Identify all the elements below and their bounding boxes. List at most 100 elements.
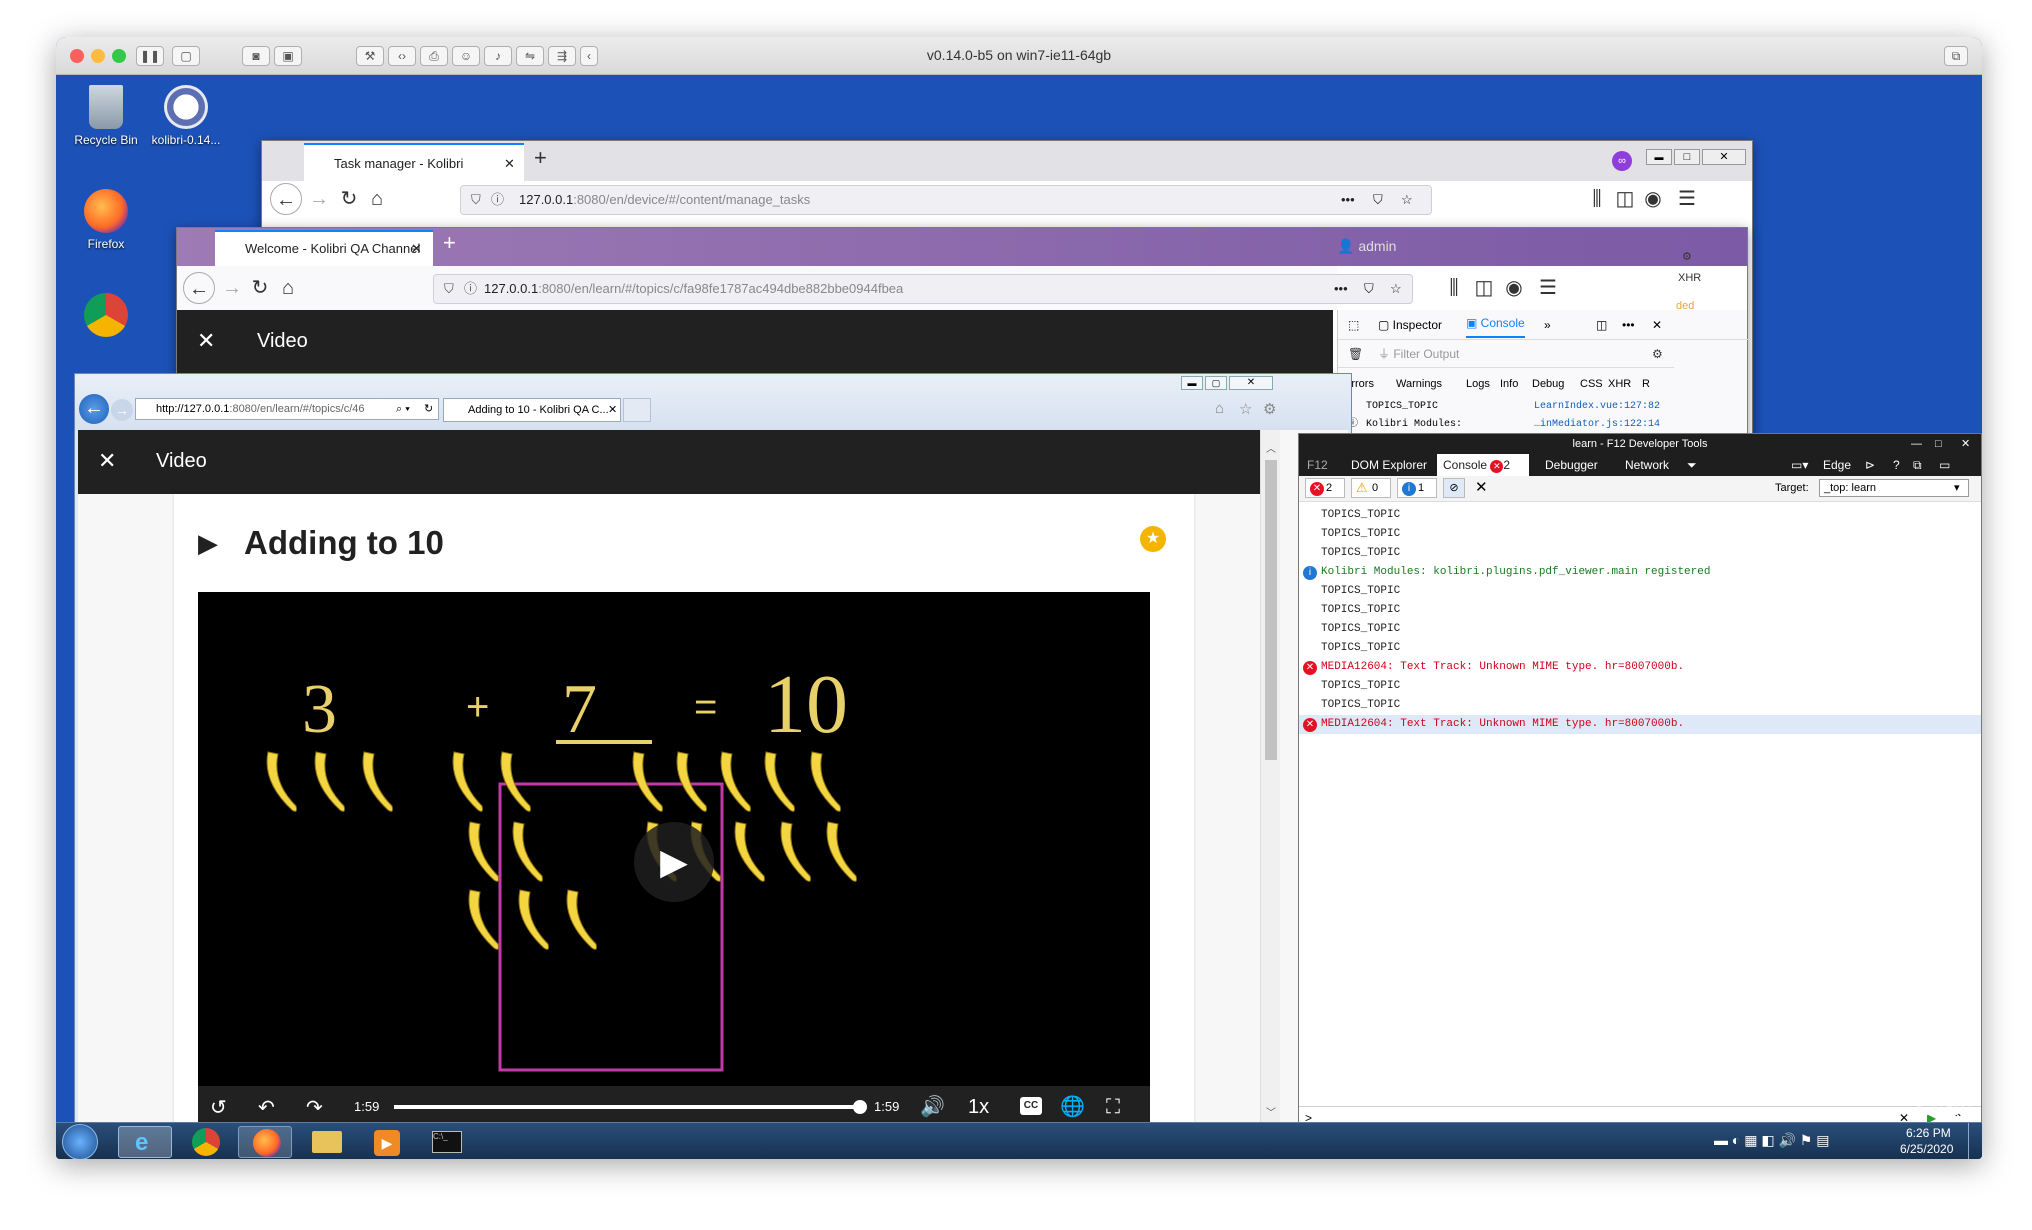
taskbar-cmd[interactable]: C:\_ <box>418 1126 472 1158</box>
filter-xhr[interactable]: XHR <box>1608 374 1631 394</box>
console-line[interactable]: ✕ MEDIA12604: Text Track: Unknown MIME ty… <box>1299 715 1981 734</box>
close-tab-icon[interactable]: ✕ <box>504 145 515 183</box>
library-icon[interactable]: ⫼ <box>1439 272 1469 304</box>
more-tabs-icon[interactable]: » <box>1544 310 1551 340</box>
target-select[interactable]: _top: learn ▾ <box>1819 479 1969 497</box>
filter-info[interactable]: Info <box>1500 374 1518 394</box>
ie-tab[interactable]: Adding to 10 - Kolibri QA C... ✕ <box>443 398 621 422</box>
tools-gear-icon[interactable]: ⚙ <box>1263 400 1276 418</box>
filter-warnings[interactable]: Warnings <box>1396 374 1442 394</box>
play-icon[interactable]: ▶ <box>634 822 714 902</box>
forward-10-icon[interactable]: ↷ <box>306 1096 323 1120</box>
maximize-button[interactable]: □ <box>1674 149 1700 165</box>
desktop-icon-chrome[interactable] <box>64 293 148 341</box>
page-actions-icon[interactable]: ••• <box>1341 186 1355 214</box>
maximize-button[interactable]: ▢ <box>1205 376 1227 390</box>
captions-icon[interactable]: CC <box>1020 1097 1042 1115</box>
taskbar-chrome[interactable] <box>178 1126 232 1158</box>
show-desktop-button[interactable] <box>1968 1123 1980 1159</box>
globe-icon[interactable]: 🌐 <box>1060 1095 1085 1119</box>
desktop-icon-firefox[interactable]: Firefox <box>64 189 148 251</box>
scroll-up-icon[interactable]: ︿ <box>1266 440 1276 455</box>
close-devtools-icon[interactable]: ✕ <box>1652 310 1662 340</box>
tab-welcome[interactable]: Welcome - Kolibri QA Channel ✕ <box>215 230 433 266</box>
close-icon[interactable]: ✕ <box>197 328 215 354</box>
console-line[interactable]: TOPICS_TOPIC <box>1299 601 1981 620</box>
sidebar-icon[interactable]: ◫ <box>1469 272 1499 304</box>
account-icon[interactable]: ◉ <box>1499 272 1529 304</box>
bookmark-star-icon[interactable]: ☆ <box>1401 186 1413 214</box>
info-filter[interactable]: i1 <box>1397 478 1437 498</box>
forward-icon[interactable]: → <box>304 183 334 215</box>
console-line[interactable]: ✕ MEDIA12604: Text Track: Unknown MIME ty… <box>1299 658 1981 677</box>
video-player[interactable]: 3 + 7 = 10 ▶ ↺ ↶ ↷ 1:59 1:59 🔊 1x CC 🌐 ⛶ <box>198 592 1150 1128</box>
close-tab-icon[interactable]: ✕ <box>411 232 422 266</box>
sidebar-icon[interactable]: ◫ <box>1610 183 1640 215</box>
playback-speed[interactable]: 1x <box>968 1096 989 1119</box>
dock-icon[interactable]: ▭ <box>1939 454 1950 476</box>
dock-icon[interactable]: ◫ <box>1596 310 1607 340</box>
bookmark-star-icon[interactable]: ☆ <box>1390 275 1402 303</box>
tab-task-manager[interactable]: Task manager - Kolibri ✕ <box>304 143 524 181</box>
reload-icon[interactable]: ↻ <box>334 183 364 215</box>
filter-css[interactable]: CSS <box>1580 374 1603 394</box>
account-icon[interactable]: ◉ <box>1638 183 1668 215</box>
console-line[interactable]: TOPICS_TOPIC <box>1299 696 1981 715</box>
filter-logs[interactable]: Logs <box>1466 374 1490 394</box>
console-source-link[interactable]: …inMediator.js:122:14 <box>1534 416 1660 434</box>
close-icon[interactable]: ✕ <box>98 448 116 474</box>
refresh-icon[interactable]: ↻ <box>424 399 433 419</box>
clear-on-navigate-icon[interactable]: ⊘ <box>1443 478 1465 498</box>
start-button[interactable] <box>62 1124 98 1159</box>
home-icon[interactable]: ⌂ <box>273 272 303 304</box>
f12-tab-dom-explorer[interactable]: DOM Explorer <box>1351 454 1427 476</box>
scroll-down-icon[interactable]: ﹀ <box>1266 1104 1276 1119</box>
console-source-link[interactable]: LearnIndex.vue:127:82 <box>1534 398 1660 416</box>
warnings-filter[interactable]: ⚠ 0 <box>1351 478 1391 498</box>
pick-element-icon[interactable]: ⬚ <box>1348 310 1359 340</box>
filter-requests[interactable]: R <box>1642 374 1650 394</box>
scrollbar-thumb[interactable] <box>1265 460 1277 760</box>
new-tab-button[interactable]: + <box>443 230 456 256</box>
volume-icon[interactable]: 🔊 <box>920 1095 945 1119</box>
f12-tab-console[interactable]: Console ✕ 2 <box>1437 454 1529 476</box>
back-icon[interactable]: ← <box>79 394 109 424</box>
tray-icons[interactable]: ▬ ◐ ▦ ◧ 🔊 ⚑ ▤ <box>1714 1132 1829 1149</box>
unpin-icon[interactable]: ⧉ <box>1913 454 1922 476</box>
new-tab-button[interactable] <box>623 398 651 422</box>
minimize-button[interactable]: ▬ <box>1181 376 1203 390</box>
options-icon[interactable]: ••• <box>1622 310 1635 340</box>
url-bar[interactable]: ⛉ ⓘ 127.0.0.1:8080/en/device/#/content/m… <box>460 185 1432 215</box>
new-tab-button[interactable]: + <box>534 145 547 171</box>
console-line[interactable]: TOPICS_TOPIC <box>1299 677 1981 696</box>
console-toggle-icon[interactable]: ⊳ <box>1865 454 1875 476</box>
close-window-button[interactable]: ✕ <box>1702 149 1746 165</box>
forward-icon[interactable]: → <box>111 399 133 421</box>
console-line[interactable]: TOPICS_TOPIC <box>1299 639 1981 658</box>
errors-filter[interactable]: ✕ 2 <box>1305 478 1345 498</box>
taskbar-explorer[interactable] <box>298 1126 352 1158</box>
console-line[interactable]: TOPICS_TOPIC <box>1299 525 1981 544</box>
close-tab-icon[interactable]: ✕ <box>608 399 617 421</box>
filter-debug[interactable]: Debug <box>1532 374 1564 394</box>
user-menu[interactable]: 👤 admin <box>1337 238 1396 255</box>
taskbar-media-player[interactable]: ▶ <box>358 1126 412 1158</box>
gear-icon[interactable]: ⚙ <box>1652 340 1663 368</box>
address-bar[interactable]: http://127.0.0.1:8080/en/learn/#/topics/… <box>135 398 439 420</box>
progress-track[interactable] <box>394 1100 867 1114</box>
console-line[interactable]: TOPICS_TOPIC <box>1299 582 1981 601</box>
console-line[interactable]: TOPICS_TOPIC <box>1299 506 1981 525</box>
pocket-icon[interactable]: ⛉ <box>1364 275 1374 303</box>
f12-tab-network[interactable]: Network <box>1625 454 1669 476</box>
console-line[interactable]: TOPICS_TOPIC <box>1299 544 1981 563</box>
pocket-icon[interactable]: ⛉ <box>1373 186 1383 214</box>
replay-icon[interactable]: ↺ <box>210 1096 227 1120</box>
devtools-tab-console[interactable]: ▣ Console <box>1466 310 1525 338</box>
trash-icon[interactable]: 🗑 <box>1348 340 1363 368</box>
devtools-tab-inspector[interactable]: ▢ Inspector <box>1378 310 1442 340</box>
progress-handle[interactable] <box>853 1100 867 1114</box>
emulation-icon[interactable]: ▭▾ <box>1791 454 1808 476</box>
help-icon[interactable]: ? <box>1893 454 1900 476</box>
library-icon[interactable]: ⫼ <box>1582 183 1612 215</box>
clock-time[interactable]: 6:26 PM <box>1906 1126 1951 1140</box>
